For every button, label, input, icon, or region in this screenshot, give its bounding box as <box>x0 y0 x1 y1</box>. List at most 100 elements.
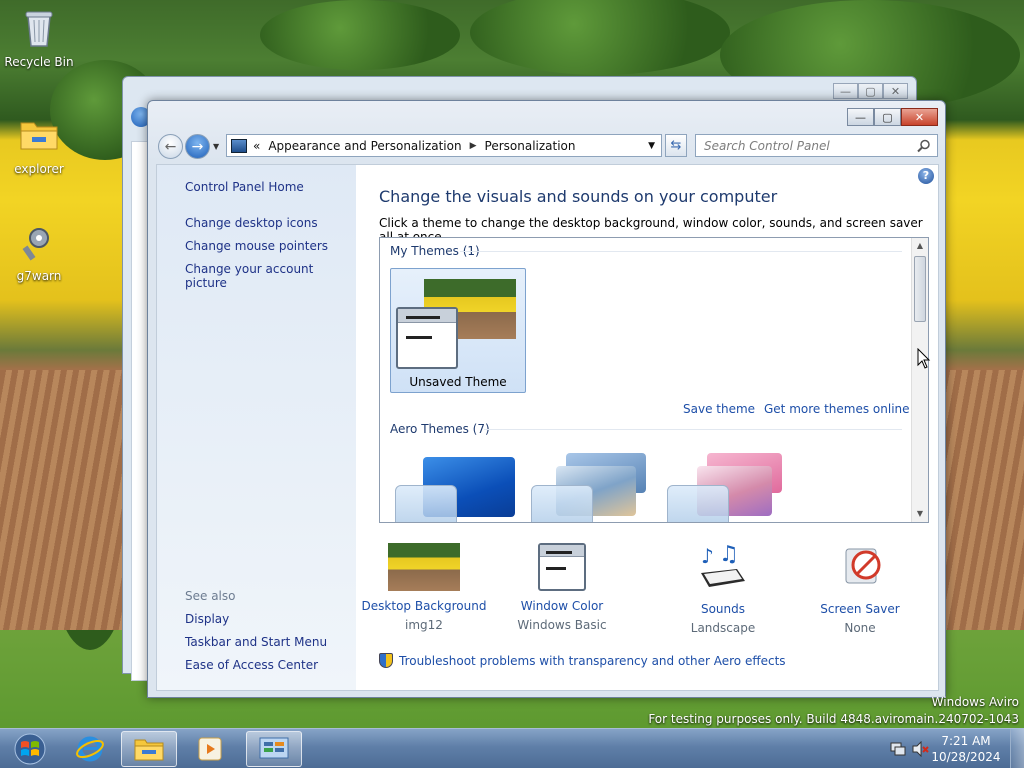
troubleshoot-link-text[interactable]: Troubleshoot problems with transparency … <box>399 654 786 668</box>
network-icon[interactable] <box>890 742 906 756</box>
window-color-setting[interactable]: Window Color Windows Basic <box>492 543 632 632</box>
breadcrumb-appearance[interactable]: Appearance and Personalization <box>268 139 461 153</box>
group-divider <box>460 251 902 252</box>
scrollbar-thumb[interactable] <box>914 256 926 322</box>
uac-shield-icon <box>379 653 393 668</box>
control-panel-home-link[interactable]: Control Panel Home <box>185 180 304 194</box>
control-panel-icon <box>231 138 247 153</box>
desktop-icon-recycle-bin[interactable]: Recycle Bin <box>1 6 77 69</box>
setting-name[interactable]: Sounds <box>653 602 793 616</box>
save-theme-link[interactable]: Save theme <box>683 402 755 416</box>
desktop-icon-explorer[interactable]: explorer <box>1 113 77 176</box>
page-title: Change the visuals and sounds on your co… <box>379 187 778 206</box>
screen-saver-setting[interactable]: Screen Saver None <box>790 543 930 635</box>
desktop-background-setting[interactable]: Desktop Background img12 <box>354 543 494 632</box>
desktop-icon-label: Recycle Bin <box>4 55 74 69</box>
svg-text:♫: ♫ <box>719 543 739 567</box>
windows-logo-icon <box>14 733 46 765</box>
minimize-icon: — <box>840 84 851 98</box>
theme-list[interactable]: My Themes (1) Unsaved Theme Save theme G… <box>379 237 929 523</box>
theme-aero-windows[interactable] <box>390 448 526 522</box>
get-more-themes-link[interactable]: Get more themes online <box>764 402 910 416</box>
maximize-button[interactable]: ▢ <box>858 83 883 99</box>
setting-name[interactable]: Window Color <box>492 599 632 613</box>
setting-name[interactable]: Desktop Background <box>354 599 494 613</box>
folder-icon <box>20 122 58 150</box>
breadcrumb-separator-icon[interactable]: ▶ <box>470 141 477 151</box>
setting-value: img12 <box>405 618 443 632</box>
theme-window-thumbnail <box>531 485 593 522</box>
clock-date: 10/28/2024 <box>931 750 1001 764</box>
search-placeholder: Search Control Panel <box>704 139 830 153</box>
taskbar-file-explorer[interactable] <box>121 731 177 767</box>
help-icon[interactable]: ? <box>918 168 934 184</box>
forward-button[interactable]: → <box>185 134 210 159</box>
troubleshoot-aero-link[interactable]: Troubleshoot problems with transparency … <box>379 653 786 668</box>
search-icon[interactable] <box>917 139 931 153</box>
setting-value: Landscape <box>690 621 756 635</box>
mouse-cursor-icon <box>917 348 931 369</box>
taskbar-internet-explorer[interactable] <box>62 731 118 767</box>
wallpaper-trees <box>260 0 460 70</box>
theme-unsaved[interactable]: Unsaved Theme <box>390 268 526 393</box>
search-input[interactable]: Search Control Panel <box>695 134 938 157</box>
desktop-icon-g7warn[interactable]: g7warn <box>1 220 77 283</box>
watermark-build: For testing purposes only. Build 4848.av… <box>648 712 1019 726</box>
breadcrumb-personalization[interactable]: Personalization <box>485 139 576 153</box>
setting-name[interactable]: Screen Saver <box>790 602 930 616</box>
theme-list-scrollbar[interactable]: ▲ ▼ <box>911 238 928 522</box>
close-button[interactable]: ✕ <box>901 108 938 126</box>
aero-themes-group-label: Aero Themes (7) <box>390 422 490 436</box>
wallpaper-trees <box>470 0 730 75</box>
setting-value: None <box>844 621 876 635</box>
sounds-icon: ♪ ♫ <box>701 542 745 587</box>
minimize-icon: — <box>855 110 866 124</box>
close-button[interactable]: ✕ <box>883 83 908 99</box>
minimize-button[interactable]: — <box>847 108 874 126</box>
address-back-chevrons[interactable]: « <box>253 139 260 153</box>
build-watermark: Windows Aviro For testing purposes only.… <box>648 694 1019 728</box>
background-window-caption-buttons: — ▢ ✕ <box>833 83 908 99</box>
address-bar[interactable]: « Appearance and Personalization ▶ Perso… <box>226 134 662 157</box>
theme-aero-architecture[interactable] <box>526 448 662 522</box>
system-clock[interactable]: 7:21 AM 10/28/2024 <box>930 733 1002 765</box>
forward-arrow-icon: → <box>191 138 204 155</box>
taskbar-control-panel[interactable] <box>246 731 302 767</box>
desktop-icon-label: g7warn <box>16 269 62 283</box>
maximize-icon: ▢ <box>865 84 876 98</box>
minimize-button[interactable]: — <box>833 83 858 99</box>
maximize-button[interactable]: ▢ <box>874 108 901 126</box>
taskbar-media-player[interactable] <box>182 731 238 767</box>
change-mouse-pointers-link[interactable]: Change mouse pointers <box>185 239 328 253</box>
ease-of-access-link[interactable]: Ease of Access Center <box>185 658 318 672</box>
group-divider <box>484 429 902 430</box>
close-icon: ✕ <box>914 110 925 124</box>
theme-window-thumbnail <box>396 307 458 369</box>
address-dropdown-icon[interactable]: ▼ <box>648 141 655 151</box>
wallpaper-field <box>944 370 1024 630</box>
theme-aero-characters[interactable] <box>662 448 798 522</box>
start-button[interactable] <box>2 731 58 767</box>
change-desktop-icons-link[interactable]: Change desktop icons <box>185 216 318 230</box>
back-button[interactable]: ← <box>158 134 183 159</box>
recent-pages-dropdown-icon[interactable]: ▼ <box>213 142 219 151</box>
display-link[interactable]: Display <box>185 612 229 626</box>
personalization-window[interactable]: — ▢ ✕ ← → ▼ « Appearance and Personaliza… <box>147 100 946 698</box>
see-also-heading: See also <box>185 589 236 603</box>
content-area: Control Panel Home Change desktop icons … <box>156 164 939 691</box>
taskbar-start-menu-link[interactable]: Taskbar and Start Menu <box>185 635 327 649</box>
volume-muted-icon[interactable] <box>912 741 930 757</box>
show-desktop-button[interactable] <box>1010 729 1024 768</box>
navigation-bar: ← → ▼ « Appearance and Personalization ▶… <box>156 132 939 160</box>
scroll-up-icon[interactable]: ▲ <box>912 238 928 254</box>
refresh-button[interactable]: ⇆ <box>665 134 687 157</box>
watermark-edition: Windows Aviro <box>931 695 1019 709</box>
main-pane: ? Change the visuals and sounds on your … <box>357 165 938 690</box>
window-caption-buttons: — ▢ ✕ <box>847 108 938 126</box>
back-arrow-icon: ← <box>164 138 177 155</box>
change-account-picture-link[interactable]: Change your account picture <box>185 262 356 290</box>
theme-label: Unsaved Theme <box>409 375 507 389</box>
sounds-setting[interactable]: ♪ ♫ Sounds Landscape <box>653 542 793 635</box>
control-panel-icon <box>259 737 289 759</box>
scroll-down-icon[interactable]: ▼ <box>912 506 928 522</box>
